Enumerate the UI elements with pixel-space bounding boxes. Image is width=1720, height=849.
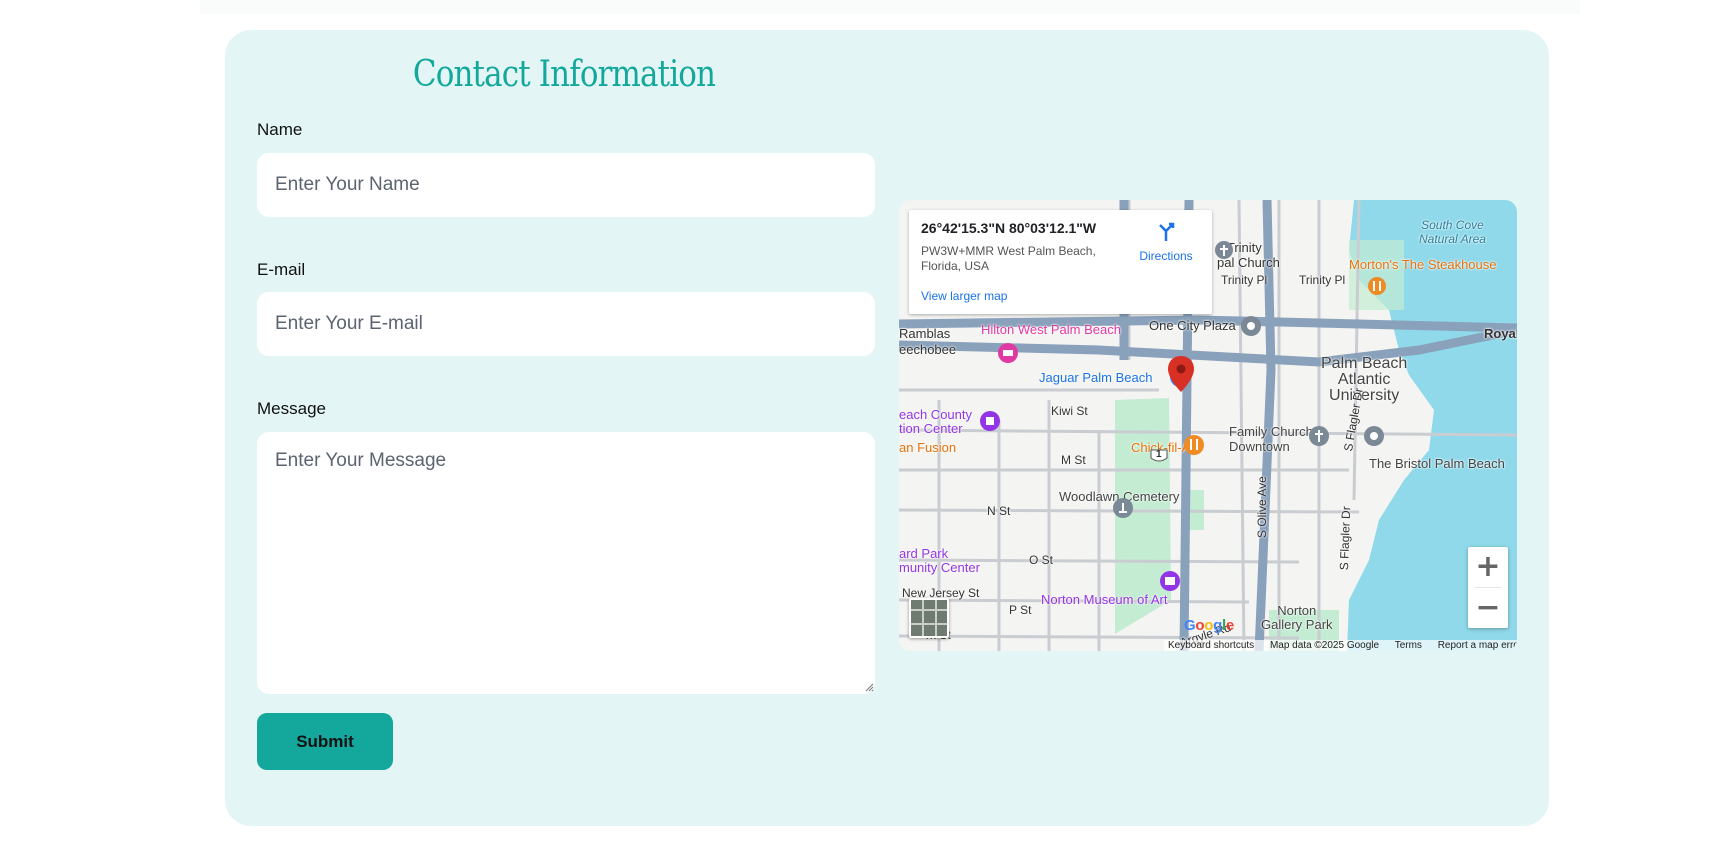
map-label-s-flagler-2: S Flagler Dr: [1337, 506, 1354, 571]
message-textarea[interactable]: [257, 432, 875, 694]
map-label-trinity-pl-1: Trinity Pl: [1299, 273, 1346, 287]
hotel-marker-icon[interactable]: [997, 342, 1019, 366]
restaurant-marker-icon[interactable]: [1367, 276, 1387, 300]
directions-button[interactable]: Directions: [1131, 220, 1201, 263]
map-label-family-church: Family Church Downtown: [1229, 424, 1313, 454]
family-church-marker-icon[interactable]: [1308, 425, 1330, 449]
map-label-jaguar: Jaguar Palm Beach: [1039, 370, 1153, 385]
zoom-in-button[interactable]: +: [1468, 547, 1508, 587]
map-label-eechobee: eechobee: [899, 342, 957, 357]
map-info-card: 26°42'15.3"N 80°03'12.1"W PW3W+MMR West …: [909, 210, 1212, 314]
map-label-beach-county: each County tion Center: [899, 407, 972, 436]
map-label-m-st: M St: [1061, 453, 1086, 467]
report-error-link[interactable]: Report a map error: [1438, 640, 1517, 651]
zoom-controls: + −: [1468, 547, 1508, 628]
map-label-mortons: Morton's The Steakhouse: [1349, 257, 1497, 272]
map-address: PW3W+MMR West Palm Beach, Florida, USA: [921, 244, 1096, 273]
chick-fil-a-marker-icon[interactable]: [1183, 434, 1205, 458]
map-label-south-cove: South Cove Natural Area: [1419, 218, 1486, 246]
civic-marker-icon[interactable]: [979, 410, 1001, 434]
office-marker-icon[interactable]: [1240, 315, 1262, 339]
map-embed[interactable]: South Cove Natural Area Morton's The Ste…: [899, 200, 1517, 651]
satellite-toggle-thumbnail[interactable]: [909, 598, 949, 638]
name-input[interactable]: [257, 153, 875, 217]
map-attribution-bar: Keyboard shortcuts Map data ©2025 Google…: [1164, 640, 1517, 651]
terms-link[interactable]: Terms: [1395, 640, 1422, 651]
google-logo: Google: [1184, 617, 1234, 634]
resize-grip-icon[interactable]: [864, 682, 874, 692]
map-label-bristol: The Bristol Palm Beach: [1369, 456, 1505, 471]
map-coordinates: 26°42'15.3"N 80°03'12.1"W: [921, 220, 1097, 236]
top-strip: [200, 0, 1580, 14]
directions-icon: [1159, 222, 1175, 241]
cemetery-marker-icon[interactable]: [1112, 497, 1134, 521]
route-shield-label: 1: [1156, 449, 1162, 460]
location-pin-icon[interactable]: [1167, 355, 1195, 393]
email-input[interactable]: [257, 292, 875, 356]
view-larger-map-link[interactable]: View larger map: [921, 289, 1007, 303]
map-label-ard-park: ard Park munity Center: [899, 546, 980, 575]
name-label: Name: [257, 120, 303, 139]
map-label-kiwi-st: Kiwi St: [1051, 404, 1088, 418]
map-label-one-city-plaza: One City Plaza: [1149, 318, 1236, 333]
map-label-norton-park: Norton Gallery Park: [1261, 603, 1333, 632]
map-label-trinity-pl-2: Trinity Pl: [1221, 273, 1268, 287]
map-label-ramblas: Ramblas: [899, 326, 951, 341]
museum-marker-icon[interactable]: [1159, 570, 1181, 594]
page-title: Contact Information: [412, 54, 716, 95]
satellite-thumbnail-icon: [911, 600, 947, 636]
map-data-text: Map data ©2025 Google: [1269, 640, 1380, 651]
map-label-s-olive: S Olive Ave: [1255, 476, 1269, 538]
map-label-p-st: P St: [1009, 603, 1032, 617]
map-label-o-st: O St: [1029, 553, 1054, 567]
submit-button[interactable]: Submit: [257, 713, 393, 770]
church-marker-icon[interactable]: [1214, 240, 1234, 264]
map-label-an-fusion: an Fusion: [899, 440, 957, 455]
keyboard-shortcuts-link[interactable]: Keyboard shortcuts: [1168, 640, 1254, 651]
bristol-marker-icon[interactable]: [1363, 425, 1385, 449]
map-label-n-st: N St: [987, 504, 1011, 518]
zoom-out-button[interactable]: −: [1468, 588, 1508, 628]
map-label-royal: Royal: [1484, 326, 1517, 341]
map-label-norton-museum: Norton Museum of Art: [1041, 592, 1168, 607]
directions-label: Directions: [1139, 249, 1193, 263]
map-label-hilton: Hilton West Palm Beach: [981, 322, 1121, 337]
email-label: E-mail: [257, 260, 306, 279]
message-label: Message: [257, 399, 326, 418]
